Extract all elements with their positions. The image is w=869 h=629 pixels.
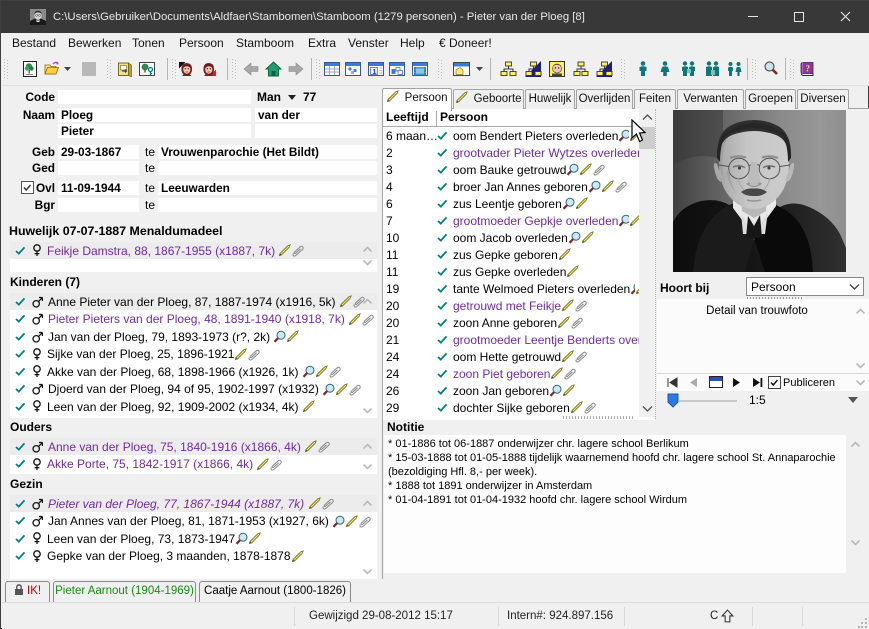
svg-text:?: ? (806, 64, 811, 74)
svg-text:1: 1 (373, 69, 377, 76)
